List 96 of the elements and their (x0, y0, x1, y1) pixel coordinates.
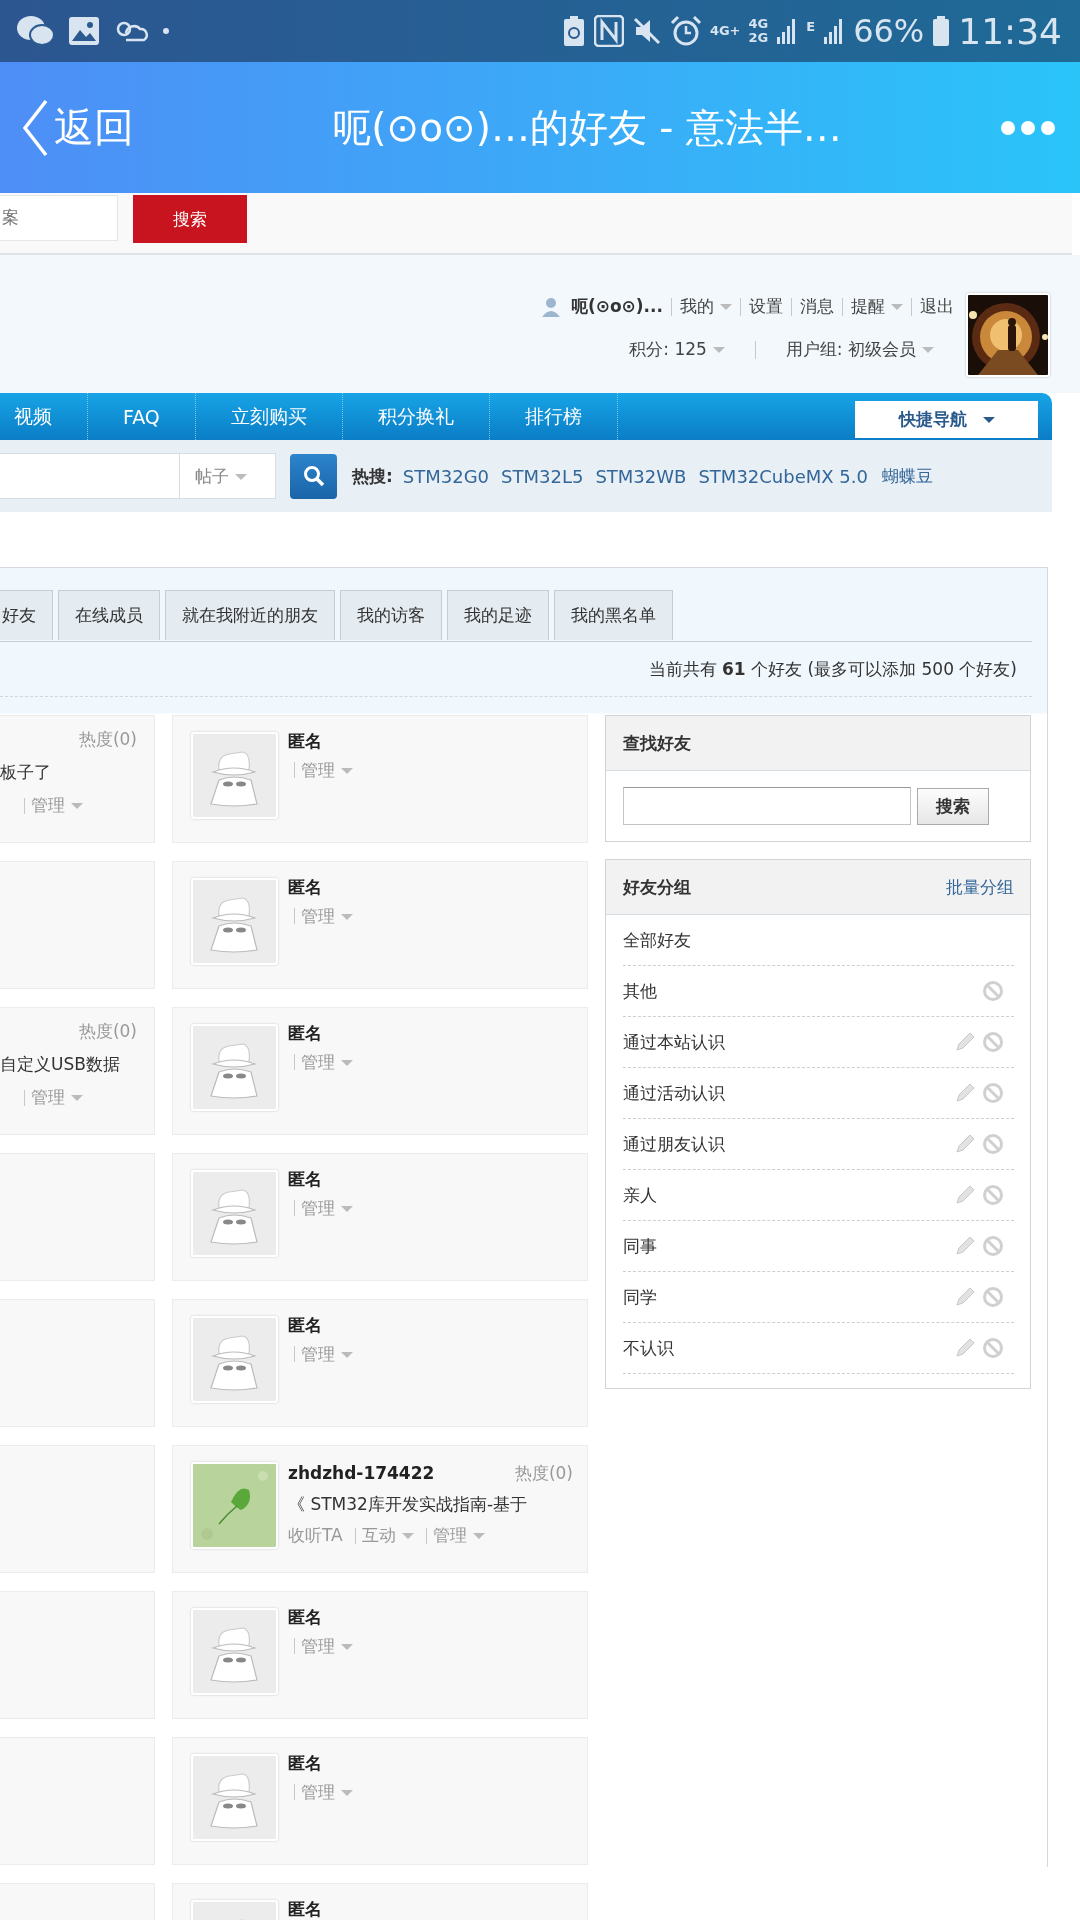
friend-name[interactable]: 匿名 (288, 1608, 322, 1627)
friend-status: 板子了 (0, 761, 52, 784)
ban-icon[interactable] (982, 1286, 1004, 1308)
tab[interactable]: 就在我附近的朋友 (165, 590, 335, 640)
group-item[interactable]: 通过朋友认识 (623, 1132, 725, 1156)
network-label: 4G+ (709, 24, 741, 38)
dot-icon (162, 27, 170, 35)
friend-name[interactable]: 匿名 (288, 1754, 322, 1773)
nfc-icon (593, 15, 624, 47)
anonymous-avatar-icon[interactable] (191, 732, 278, 819)
ban-icon[interactable] (982, 980, 1004, 1002)
friend-name[interactable]: 匿名 (288, 732, 322, 751)
user-icon (540, 296, 561, 317)
search-button[interactable]: 搜索 (133, 195, 247, 243)
clock: 11:34 (958, 10, 1062, 52)
ban-icon[interactable] (982, 1133, 1004, 1155)
battery-icon (932, 15, 951, 47)
user-group-link[interactable]: 用户组: 初级会员 (785, 338, 934, 361)
heat-count: 热度(0) (78, 728, 137, 751)
pencil-icon[interactable] (954, 1235, 976, 1257)
search-type-select[interactable]: 帖子 (180, 453, 276, 499)
hot-search-link[interactable]: STM32L5 (501, 465, 584, 487)
search-icon (302, 465, 325, 487)
user-menu-link[interactable]: 我的 (680, 295, 732, 318)
pencil-icon[interactable] (954, 1031, 976, 1053)
ban-icon[interactable] (982, 1235, 1004, 1257)
friend-name[interactable]: 匿名 (288, 1900, 322, 1919)
hot-search-link[interactable]: STM32CubeMX 5.0 (698, 465, 868, 487)
pencil-icon[interactable] (954, 1184, 976, 1206)
group-item[interactable]: 同学 (623, 1285, 657, 1309)
anonymous-avatar-icon[interactable] (191, 1316, 278, 1403)
network-label: 4G (748, 17, 769, 31)
search-field[interactable] (0, 453, 180, 499)
tab[interactable]: 好友 (0, 590, 53, 640)
battery-saver-icon (561, 15, 586, 47)
pencil-icon[interactable] (954, 1286, 976, 1308)
user-menu-link[interactable]: 提醒 (851, 295, 903, 318)
group-item[interactable]: 通过活动认识 (623, 1081, 725, 1105)
anonymous-avatar-icon[interactable] (191, 1024, 278, 1111)
batch-group-link[interactable]: 批量分组 (946, 875, 1014, 899)
friend-name[interactable]: 匿名 (288, 1170, 322, 1189)
friend-status: 自定义USB数据 (0, 1053, 121, 1076)
image-icon (68, 16, 100, 46)
group-item[interactable]: 不认识 (623, 1336, 674, 1360)
friend-search-field[interactable] (623, 787, 911, 825)
group-item[interactable]: 通过本站认识 (623, 1030, 725, 1054)
group-item[interactable]: 同事 (623, 1234, 657, 1258)
network-label: E (806, 18, 816, 34)
panel-title: 好友分组 (623, 875, 691, 899)
search-field[interactable]: 案 (0, 195, 118, 241)
ban-icon[interactable] (982, 1184, 1004, 1206)
hot-search-link[interactable]: 蝴蝶豆 (882, 464, 933, 488)
friend-status: 《 STM32库开发实战指南-基于 (288, 1493, 528, 1516)
points-link[interactable]: 积分: 125 (629, 338, 725, 361)
pencil-icon[interactable] (954, 1082, 976, 1104)
tab[interactable]: 我的足迹 (447, 590, 549, 640)
tab[interactable]: 我的黑名单 (554, 590, 673, 640)
panel-title: 查找好友 (623, 731, 691, 755)
ban-icon[interactable] (982, 1031, 1004, 1053)
tab[interactable]: 在线成员 (58, 590, 160, 640)
heat-count: 热度(0) (514, 1462, 573, 1485)
anonymous-avatar-icon[interactable] (191, 1608, 278, 1695)
friend-name[interactable]: zhdzhd-174422 (288, 1464, 435, 1483)
user-menu-link[interactable]: 退出 (920, 295, 954, 318)
group-item[interactable]: 亲人 (623, 1183, 657, 1207)
anonymous-avatar-icon[interactable] (191, 878, 278, 965)
tab[interactable]: 我的访客 (340, 590, 442, 640)
network-label: 2G (748, 31, 769, 45)
alarm-icon (669, 15, 702, 47)
page-title: 呃(⊙o⊙)…的好友 - 意法半… (331, 103, 843, 152)
mute-icon (631, 16, 662, 46)
user-menu-link[interactable]: 消息 (800, 295, 834, 318)
hot-search-label: 热搜: (352, 464, 393, 488)
friend-count: 当前共有 61 个好友 (最多可以添加 500 个好友) (0, 642, 1032, 697)
quick-nav-button[interactable]: 快捷导航 (855, 401, 1038, 438)
heat-count: 热度(0) (78, 1020, 137, 1043)
search-button[interactable]: 搜索 (917, 787, 989, 825)
pencil-icon[interactable] (954, 1337, 976, 1359)
hot-search-link[interactable]: STM32WB (595, 465, 687, 487)
ban-icon[interactable] (982, 1337, 1004, 1359)
friend-name[interactable]: 匿名 (288, 1316, 322, 1335)
search-button[interactable] (290, 453, 337, 499)
back-icon (22, 98, 48, 157)
friend-name[interactable]: 匿名 (288, 1024, 322, 1043)
more-icon[interactable] (1000, 119, 1056, 136)
anonymous-avatar-icon[interactable] (191, 1754, 278, 1841)
ban-icon[interactable] (982, 1082, 1004, 1104)
group-item[interactable]: 全部好友 (623, 928, 691, 952)
battery-level: 66% (853, 12, 925, 50)
username[interactable]: 呃(⊙o⊙)... (570, 295, 663, 318)
anonymous-avatar-icon[interactable] (191, 1170, 278, 1257)
user-menu-link[interactable]: 设置 (749, 295, 783, 318)
group-item[interactable]: 其他 (623, 979, 657, 1003)
friend-name[interactable]: 匿名 (288, 878, 322, 897)
pencil-icon[interactable] (954, 1133, 976, 1155)
hot-search-link[interactable]: STM32G0 (402, 465, 490, 487)
